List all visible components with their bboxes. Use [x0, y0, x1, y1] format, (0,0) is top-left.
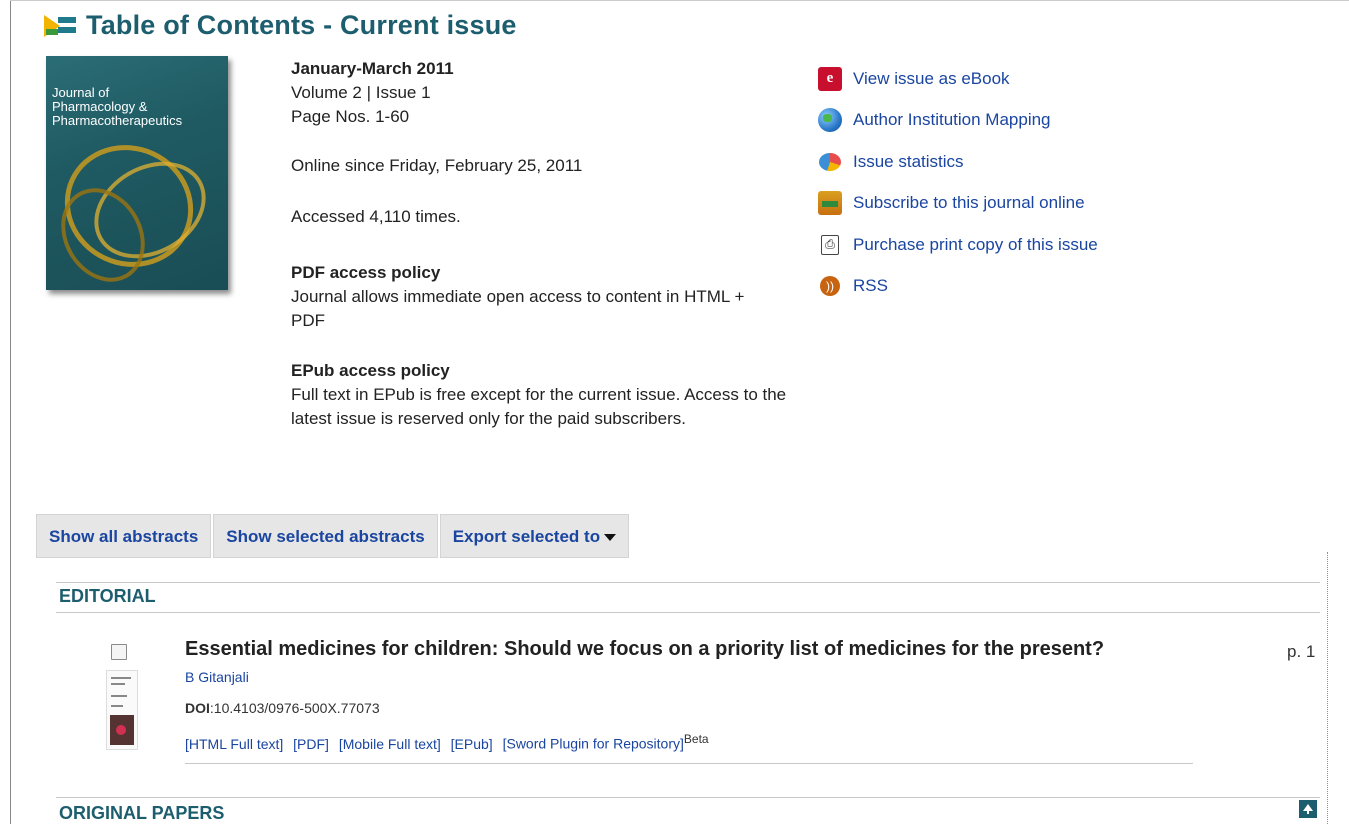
article-links: [HTML Full text] [PDF] [Mobile Full text…: [185, 732, 709, 752]
section-divider: [56, 582, 1320, 583]
pdf-link[interactable]: [PDF]: [293, 736, 329, 752]
abstract-toolbar: Show all abstracts Show selected abstrac…: [36, 514, 631, 558]
article-divider: [185, 763, 1193, 764]
issue-statistics-link[interactable]: Issue statistics: [818, 141, 1098, 183]
article-doi: DOI:10.4103/0976-500X.77073: [185, 700, 380, 716]
show-all-abstracts-button[interactable]: Show all abstracts: [36, 514, 212, 558]
content-right-border: [1327, 552, 1328, 824]
subscribe-link[interactable]: Subscribe to this journal online: [818, 183, 1098, 225]
page-header: Table of Contents - Current issue: [44, 10, 517, 41]
issue-access-count: Accessed 4,110 times.: [291, 207, 461, 226]
show-selected-abstracts-button[interactable]: Show selected abstracts: [213, 514, 438, 558]
subscribe-icon: [818, 191, 842, 216]
rss-link[interactable]: )) RSS: [818, 266, 1098, 308]
chevron-down-icon: [604, 534, 617, 542]
author-institution-mapping-link[interactable]: Author Institution Mapping: [818, 100, 1098, 142]
journal-cover-image[interactable]: Journal of Pharmacology & Pharmacotherap…: [46, 56, 228, 290]
epub-policy-text: Full text in EPub is free except for the…: [291, 385, 787, 428]
table-of-contents-icon: [44, 13, 78, 39]
page-title: Table of Contents - Current issue: [86, 10, 517, 40]
epub-link[interactable]: [EPub]: [451, 736, 493, 752]
article-author[interactable]: B Gitanjali: [185, 669, 249, 685]
purchase-print-link[interactable]: ⎙ Purchase print copy of this issue: [818, 224, 1098, 266]
issue-pages: Page Nos. 1-60: [291, 107, 410, 126]
section-divider: [56, 612, 1320, 613]
article-page-number: p. 1: [1287, 642, 1316, 661]
view-ebook-link[interactable]: e View issue as eBook: [818, 58, 1098, 100]
section-heading-editorial: EDITORIAL: [59, 586, 156, 606]
epub-policy-heading: EPub access policy: [291, 361, 450, 380]
rss-icon: )): [820, 276, 840, 297]
mobile-full-text-link[interactable]: [Mobile Full text]: [339, 736, 441, 752]
issue-links: e View issue as eBook Author Institution…: [818, 58, 1098, 307]
sword-plugin-link[interactable]: [Sword Plugin for Repository]: [503, 736, 684, 752]
issue-info: January-March 2011 Volume 2 | Issue 1 Pa…: [291, 57, 801, 431]
globe-icon: [818, 108, 842, 133]
section-heading-original-papers: ORIGINAL PAPERS: [59, 803, 225, 823]
article-title[interactable]: Essential medicines for children: Should…: [185, 638, 1104, 661]
issue-date: January-March 2011: [291, 59, 454, 78]
page-frame-left-border: [10, 0, 11, 824]
export-selected-dropdown[interactable]: Export selected to: [439, 514, 630, 558]
export-selected-label: Export selected to: [452, 527, 601, 546]
back-to-top-icon[interactable]: [1299, 800, 1317, 818]
section-divider: [56, 797, 1320, 798]
article-thumbnail[interactable]: [106, 670, 138, 750]
pdf-policy-text: Journal allows immediate open access to …: [291, 287, 745, 330]
print-icon: ⎙: [821, 234, 839, 255]
beta-badge: Beta: [683, 732, 709, 746]
page-frame-top-border: [10, 0, 1349, 1]
cover-journal-title: Journal of Pharmacology & Pharmacotherap…: [52, 85, 183, 128]
pie-chart-icon: [819, 152, 841, 171]
ebook-icon: e: [818, 66, 842, 91]
html-full-text-link[interactable]: [HTML Full text]: [185, 736, 283, 752]
article-select-checkbox[interactable]: [111, 644, 127, 660]
issue-online-since: Online since Friday, February 25, 2011: [291, 156, 583, 175]
pdf-policy-heading: PDF access policy: [291, 263, 441, 282]
issue-volume: Volume 2 | Issue 1: [291, 83, 431, 102]
